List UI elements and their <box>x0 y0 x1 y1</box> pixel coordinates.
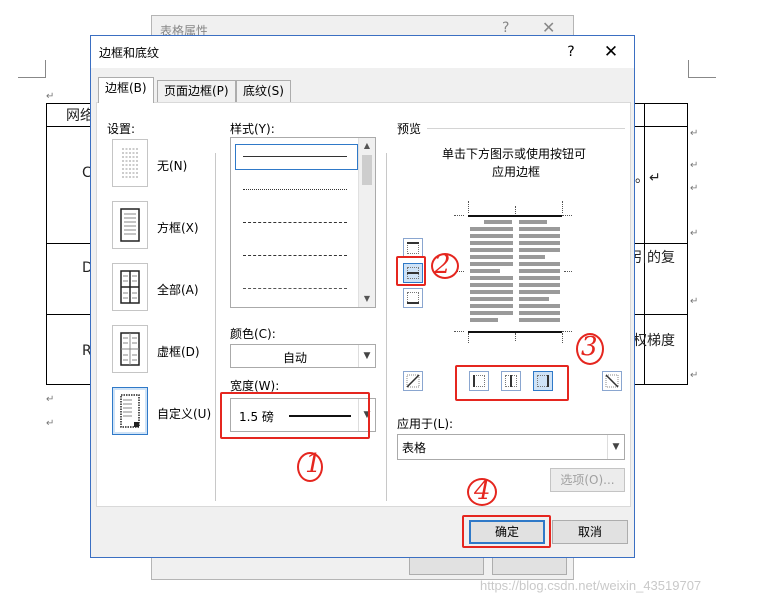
page-corner-mark-left <box>18 60 46 78</box>
scroll-up-icon[interactable]: ▲ <box>359 138 375 154</box>
line-style-list[interactable]: ▲ ▼ <box>230 137 376 308</box>
paragraph-mark: ↵ <box>690 160 699 171</box>
annotation-circle <box>297 452 323 482</box>
preview-diagram[interactable] <box>454 201 572 343</box>
tab-shading[interactable]: 底纹(S) <box>236 80 291 102</box>
doc-cell-text: 。↵ <box>635 170 661 186</box>
style-label: 样式(Y): <box>230 122 275 136</box>
borders-and-shading-dialog: 边框和底纹 ? ✕ 边框(B) 页面边框(P) 底纹(S) 设置: 无(N) 方… <box>90 35 635 558</box>
setting-custom-label[interactable]: 自定义(U) <box>157 405 211 422</box>
color-select[interactable]: 自动 ▼ <box>230 344 376 368</box>
doc-cell-text: 引的复 <box>633 250 675 266</box>
preview-label: 预览 <box>397 122 422 136</box>
column-divider <box>215 153 216 501</box>
column-divider <box>386 153 387 501</box>
color-value: 自动 <box>283 351 308 365</box>
chevron-down-icon[interactable]: ▼ <box>358 345 375 367</box>
setting-custom-icon[interactable] <box>112 387 148 435</box>
apply-to-select[interactable]: 表格 ▼ <box>397 434 625 460</box>
style-scrollbar[interactable]: ▲ ▼ <box>358 138 375 307</box>
diagonal-down-border-button[interactable] <box>403 371 423 391</box>
paragraph-mark: ↵ <box>690 370 699 381</box>
options-button[interactable]: 选项(O)... <box>550 468 625 492</box>
setting-none-icon[interactable] <box>112 139 148 187</box>
setting-all-icon[interactable] <box>112 263 148 311</box>
setting-box-label[interactable]: 方框(X) <box>157 219 199 236</box>
line-style-dash-dot[interactable] <box>243 288 347 289</box>
diagonal-up-border-button[interactable] <box>602 371 622 391</box>
apply-to-label: 应用于(L): <box>397 417 454 431</box>
setting-none-label[interactable]: 无(N) <box>157 157 187 174</box>
paragraph-mark: ↵ <box>46 418 55 429</box>
scroll-thumb[interactable] <box>362 155 372 185</box>
settings-label: 设置: <box>107 122 136 136</box>
line-style-small-dash[interactable] <box>243 222 347 223</box>
close-icon[interactable]: ✕ <box>596 40 626 64</box>
tab-borders[interactable]: 边框(B) <box>98 77 154 103</box>
dialog-titlebar: 边框和底纹 ? ✕ <box>91 36 634 68</box>
preview-separator <box>427 128 625 129</box>
borders-tab-panel: 设置: 无(N) 方框(X) 全部(A) 虚框(D) 自定义(U) 样式(Y):… <box>96 102 631 507</box>
setting-grid-icon[interactable] <box>112 325 148 373</box>
page-corner-mark-right <box>688 60 716 78</box>
bottom-border-button[interactable] <box>403 288 423 308</box>
paragraph-mark: ↵ <box>46 91 55 102</box>
setting-box-icon[interactable] <box>112 201 148 249</box>
line-style-dash[interactable] <box>243 255 347 256</box>
color-label: 颜色(C): <box>230 327 276 341</box>
paragraph-mark: ↵ <box>690 183 699 194</box>
chevron-down-icon[interactable]: ▼ <box>607 435 624 459</box>
annotation-box-bottom-buttons <box>455 365 569 401</box>
apply-to-value: 表格 <box>402 441 427 455</box>
preview-instruction: 单击下方图示或使用按钮可 <box>442 147 587 161</box>
help-icon[interactable]: ? <box>557 40 585 64</box>
annotation-box-width <box>220 392 370 439</box>
annotation-circle <box>431 253 459 279</box>
dialog-title: 边框和底纹 <box>99 46 160 60</box>
paragraph-mark: ↵ <box>690 296 699 307</box>
watermark: https://blog.csdn.net/weixin_43519707 <box>480 578 702 593</box>
tab-page-border[interactable]: 页面边框(P) <box>157 80 236 102</box>
annotation-circle <box>576 333 604 365</box>
line-style-selected[interactable] <box>235 144 358 170</box>
cancel-button[interactable]: 取消 <box>552 520 628 544</box>
annotation-circle <box>467 478 497 506</box>
doc-cell-text: 权梯度 <box>633 333 675 349</box>
line-style-solid[interactable] <box>243 156 347 157</box>
preview-instruction: 应用边框 <box>492 165 541 179</box>
annotation-box-left-buttons <box>396 256 426 286</box>
paragraph-mark: ↵ <box>46 394 55 405</box>
annotation-box-ok <box>462 515 551 548</box>
top-border-button[interactable] <box>403 238 423 258</box>
line-style-dotted[interactable] <box>243 189 347 190</box>
paragraph-mark: ↵ <box>690 128 699 139</box>
paragraph-mark: ↵ <box>690 228 699 239</box>
scroll-down-icon[interactable]: ▼ <box>359 291 375 307</box>
setting-grid-label[interactable]: 虚框(D) <box>157 343 200 360</box>
setting-all-label[interactable]: 全部(A) <box>157 281 199 298</box>
help-icon[interactable]: ? <box>502 20 509 36</box>
